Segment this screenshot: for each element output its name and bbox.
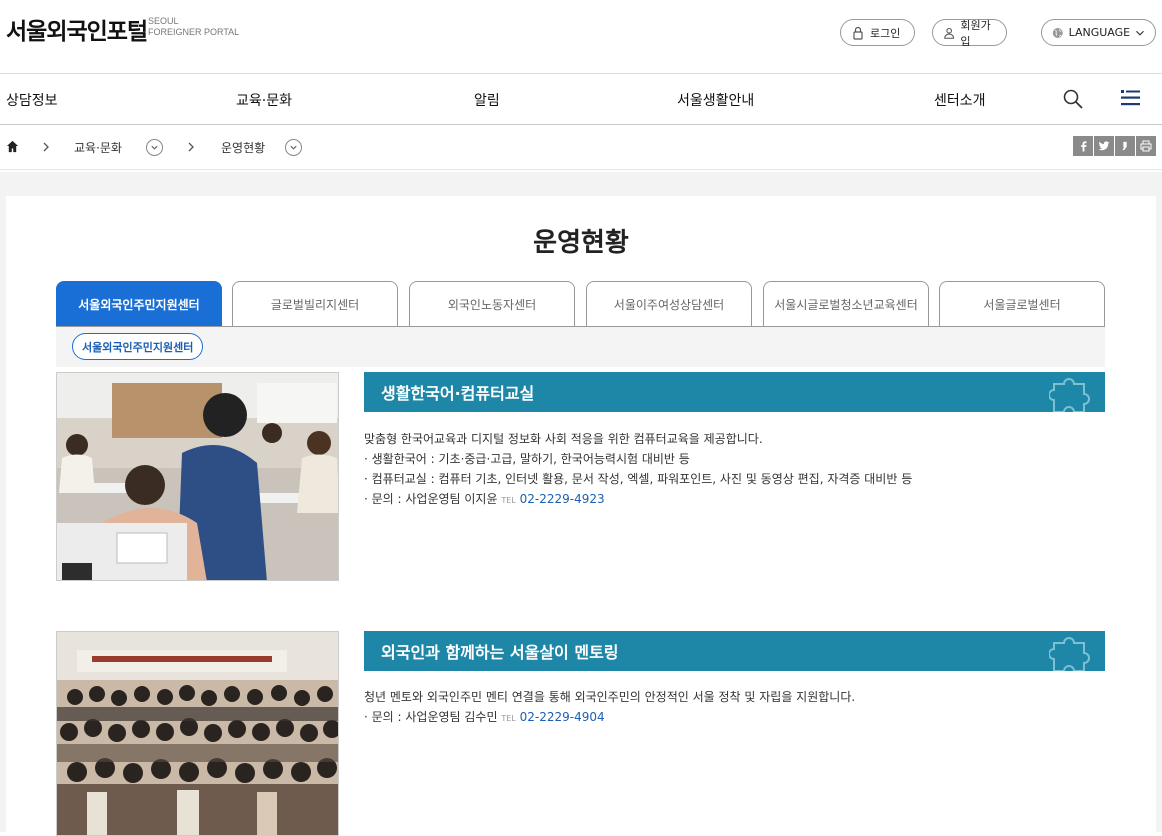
print-icon [1140,140,1152,152]
tab-seoul-global-center[interactable]: 서울글로벌센터 [939,281,1105,327]
logo-en-line1: SEOUL [148,16,179,26]
blog-share-button[interactable] [1115,136,1135,156]
search-icon[interactable] [1062,88,1084,110]
site-header: 서울외국인포털 SEOUL FOREIGNER PORTAL 로그인 회원가입 … [0,0,1162,74]
language-label: LANGUAGE [1068,26,1131,39]
nav-item-notice[interactable]: 알림 [474,90,500,110]
chevron-down-icon [1136,30,1144,36]
breadcrumb-level1[interactable]: 교육·문화 [74,139,122,156]
facebook-share-button[interactable] [1073,136,1093,156]
site-logo[interactable]: 서울외국인포털 [6,12,148,46]
chevron-down-icon [151,145,158,150]
user-icon [944,27,955,39]
logo-en-line2: FOREIGNER PORTAL [148,27,240,37]
facebook-icon [1080,141,1087,152]
nav-item-center-intro[interactable]: 센터소개 [934,90,986,110]
program-contact: · 문의 : 사업운영팀 김수민 TEL 02-2229-4904 [364,707,855,729]
contact-label: · 문의 : 사업운영팀 김수민 [364,710,498,724]
program-photo-seoul-mentoring [56,631,339,836]
chevron-right-icon [188,142,194,152]
signup-label: 회원가입 [960,18,991,48]
nav-item-education-culture[interactable]: 교육·문화 [236,90,292,110]
contact-phone-link[interactable]: 02-2229-4923 [520,492,605,506]
twitter-icon [1098,141,1110,151]
tab-seoul-foreign-residents-center[interactable]: 서울외국인주민지원센터 [56,281,222,327]
globe-icon [1052,27,1063,38]
tab-global-village-center[interactable]: 글로벌빌리지센터 [232,281,398,327]
menu-icon[interactable] [1121,89,1141,107]
program-title-text: 외국인과 함께하는 서울살이 멘토링 [381,643,619,662]
nav-item-counseling[interactable]: 상담정보 [6,90,58,110]
program-description-seoul-mentoring: 청년 멘토와 외국인주민 멘티 연결을 통해 외국인주민의 안정적인 서울 정착… [364,687,855,729]
tab-foreign-workers-center[interactable]: 외국인노동자센터 [409,281,575,327]
contact-phone-link[interactable]: 02-2229-4904 [520,710,605,724]
breadcrumb-level1-dropdown[interactable] [146,139,163,156]
nav-item-seoul-life-guide[interactable]: 서울생활안내 [677,90,754,110]
program-title-text: 생활한국어·컴퓨터교실 [381,384,535,403]
program-intro: 청년 멘토와 외국인주민 멘티 연결을 통해 외국인주민의 안정적인 서울 정착… [364,690,856,704]
puzzle-icon [1049,378,1090,412]
program-bullet: · 컴퓨터교실 : 컴퓨터 기초, 인터넷 활용, 문서 작성, 엑셀, 파워포… [364,472,913,486]
program-intro: 맞춤형 한국어교육과 디지털 정보화 사회 적응을 위한 컴퓨터교육을 제공합니… [364,432,763,446]
program-contact: · 문의 : 사업운영팀 이지윤 TEL 02-2229-4923 [364,489,912,511]
program-title-seoul-mentoring: 외국인과 함께하는 서울살이 멘토링 [364,631,1105,671]
group-photo [57,632,338,835]
site-logo-subtitle: SEOUL FOREIGNER PORTAL [148,16,239,38]
blog-icon [1122,141,1127,151]
program-photo-korean-computer-class [56,372,339,581]
chevron-down-icon [290,145,297,150]
classroom-photo [57,373,338,580]
tab-migrant-women-counseling-center[interactable]: 서울이주여성상담센터 [586,281,752,327]
breadcrumb-level2-dropdown[interactable] [285,139,302,156]
breadcrumb-level2[interactable]: 운영현황 [221,139,265,156]
signup-button[interactable]: 회원가입 [932,18,1007,48]
page-title: 운영현황 [533,228,629,258]
twitter-share-button[interactable] [1094,136,1114,156]
tab-global-youth-education-center[interactable]: 서울시글로벌청소년교육센터 [763,281,929,327]
contact-label: · 문의 : 사업운영팀 이지윤 [364,492,498,506]
program-description-korean-computer-class: 맞춤형 한국어교육과 디지털 정보화 사회 적응을 위한 컴퓨터교육을 제공합니… [364,429,912,511]
sub-tab-seoul-foreign-residents-center[interactable]: 서울외국인주민지원센터 [72,333,204,360]
chevron-right-icon [43,142,49,152]
program-bullet: · 생활한국어 : 기초·중급·고급, 말하기, 한국어능력시험 대비반 등 [364,452,690,466]
home-icon[interactable] [6,140,19,153]
program-title-korean-computer-class: 생활한국어·컴퓨터교실 [364,372,1105,412]
breadcrumb: 교육·문화 운영현황 [0,125,1162,170]
main-navigation: 상담정보 교육·문화 알림 서울생활안내 센터소개 [0,74,1162,125]
tel-mark: TEL [501,714,516,723]
login-button[interactable]: 로그인 [840,19,915,46]
login-label: 로그인 [870,26,901,40]
language-select[interactable]: LANGUAGE [1041,19,1156,46]
puzzle-icon [1049,637,1090,671]
lock-icon [853,26,863,40]
print-button[interactable] [1136,136,1156,156]
tel-mark: TEL [501,496,516,505]
sub-tab-bar [56,327,1105,367]
